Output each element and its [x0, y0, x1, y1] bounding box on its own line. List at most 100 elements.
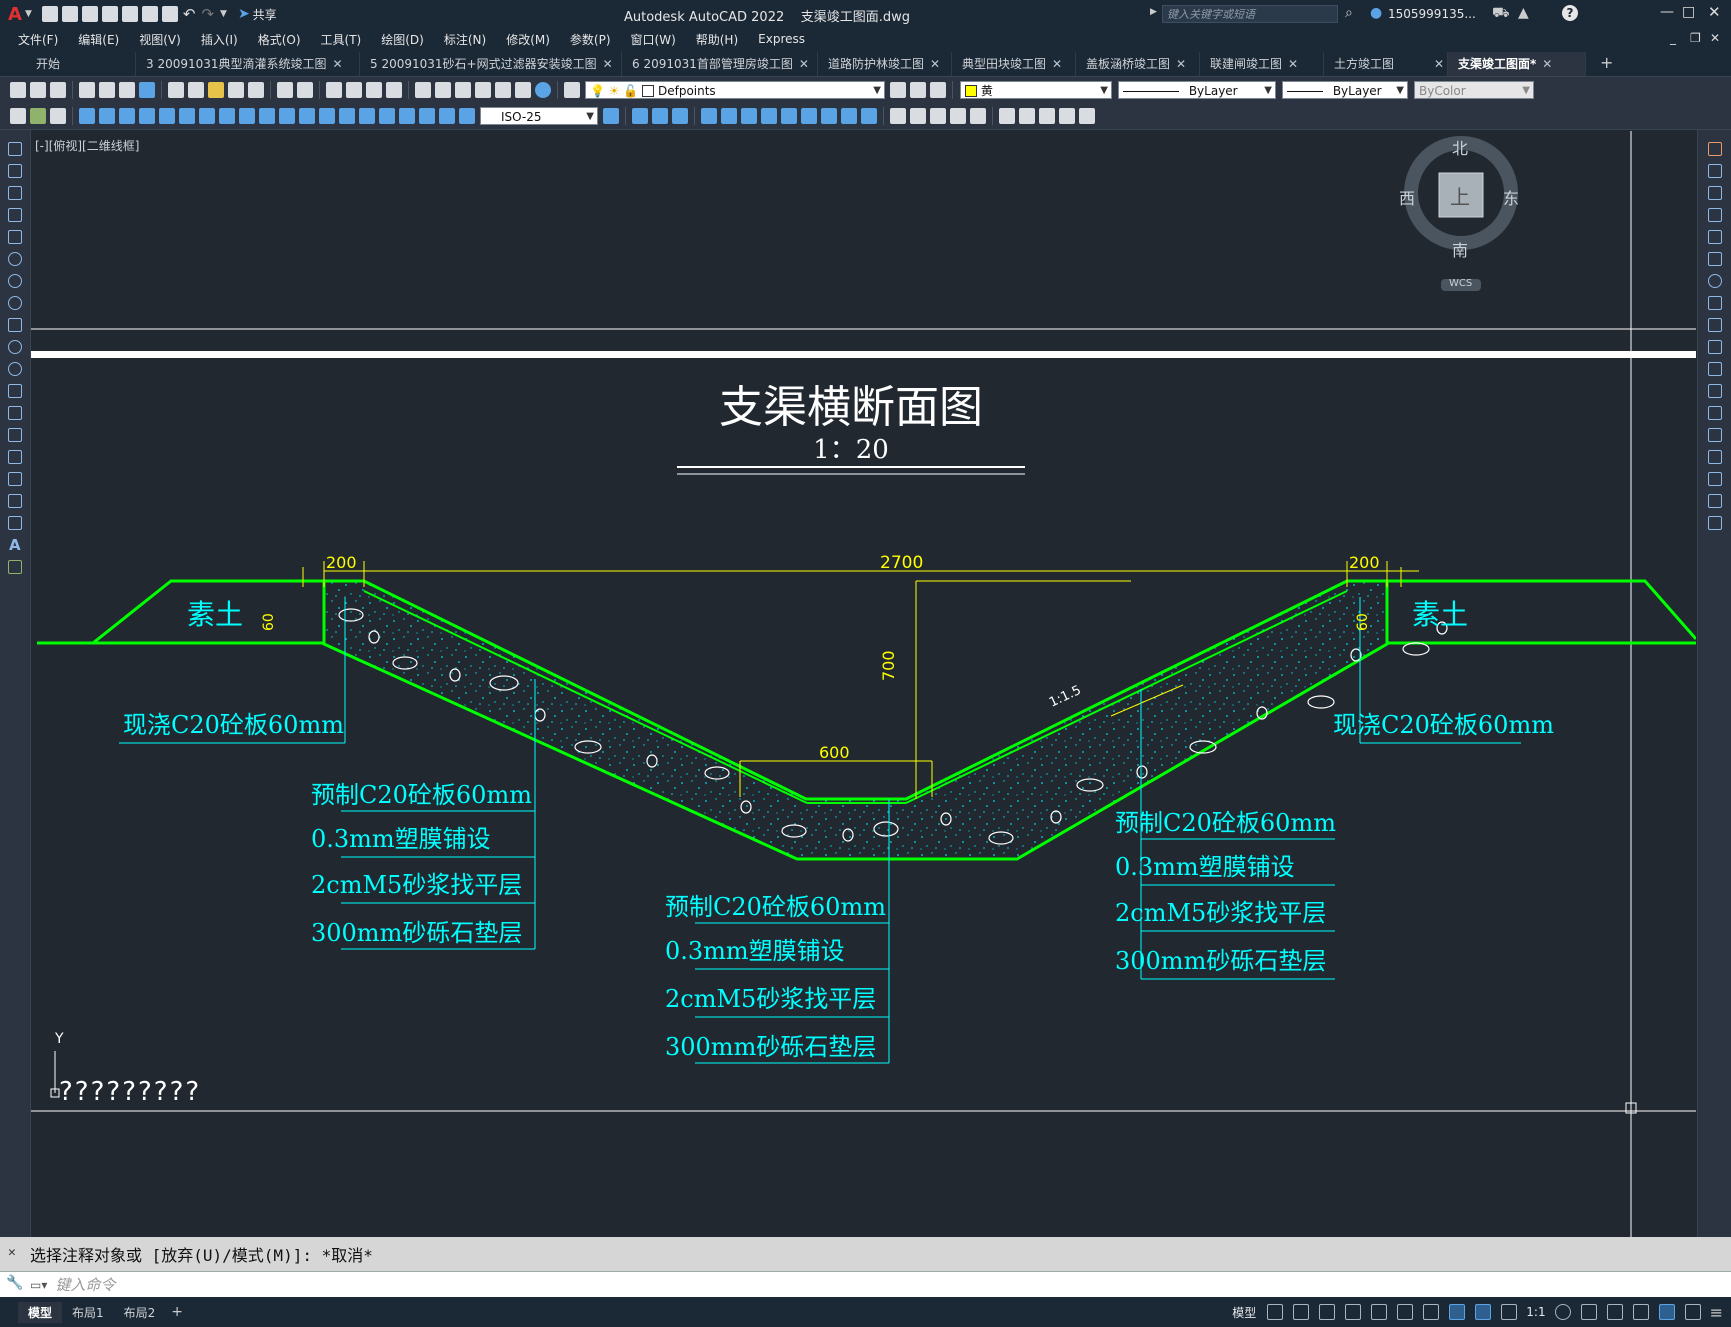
gradient-icon[interactable]: [8, 472, 22, 486]
plot-icon[interactable]: [79, 81, 95, 98]
quick-properties-icon[interactable]: [1632, 1304, 1649, 1320]
hatch-icon[interactable]: [8, 450, 22, 464]
add-layout-icon[interactable]: +: [171, 1304, 183, 1320]
wcs-menu[interactable]: WCS: [1449, 278, 1472, 289]
make-current-layer-icon[interactable]: [890, 81, 906, 98]
viewcube-top-face[interactable]: 上: [1450, 181, 1470, 210]
minimize-icon[interactable]: —: [1660, 4, 1674, 20]
array-icon[interactable]: [1708, 230, 1722, 244]
end-isolation-icon[interactable]: [1039, 107, 1055, 124]
tab-close-icon[interactable]: ✕: [333, 57, 343, 71]
tool-palettes-icon[interactable]: [455, 81, 471, 98]
doc-close-icon[interactable]: ✕: [1710, 31, 1720, 45]
command-input[interactable]: 键入命令: [55, 1274, 1731, 1295]
explode-icon[interactable]: [1708, 516, 1722, 530]
ortho-icon[interactable]: [1319, 1304, 1336, 1320]
menu-format[interactable]: 格式(O): [248, 31, 311, 48]
inspect-icon[interactable]: [379, 107, 395, 124]
command-customize-icon[interactable]: 🔧: [6, 1275, 23, 1291]
zoom-realtime-icon[interactable]: [346, 81, 362, 98]
search-input[interactable]: 键入关键字或短语: [1162, 5, 1338, 23]
isolate-icon[interactable]: [999, 107, 1015, 124]
save-as-icon[interactable]: [101, 6, 118, 22]
offset-icon[interactable]: [1708, 208, 1722, 222]
open-file-icon[interactable]: [61, 6, 78, 22]
tab-road-forest[interactable]: 道路防护林竣工图 ✕: [818, 52, 952, 76]
linetype-dropdown[interactable]: ByLayer ▼: [1118, 80, 1276, 99]
menu-draw[interactable]: 绘图(D): [371, 31, 434, 48]
layer-properties-icon[interactable]: [564, 81, 580, 98]
jogged-dim-icon[interactable]: [179, 107, 195, 124]
annotation-icon[interactable]: [1475, 1304, 1492, 1320]
radius-dim-icon[interactable]: [159, 107, 175, 124]
polar-icon[interactable]: [1345, 1304, 1362, 1320]
open-icon[interactable]: [30, 81, 46, 98]
dim-text-edit-icon[interactable]: [439, 107, 455, 124]
qnew-icon[interactable]: [10, 81, 26, 98]
blend-curves-icon[interactable]: [1708, 494, 1722, 508]
viewcube-north[interactable]: 北: [1452, 135, 1468, 159]
extend-icon[interactable]: [1708, 362, 1722, 376]
scale-icon[interactable]: [1708, 296, 1722, 310]
move-icon[interactable]: [701, 107, 717, 124]
help-icon[interactable]: [535, 81, 551, 98]
plotstyle-dropdown[interactable]: ByColor ▼: [1414, 80, 1534, 99]
table-icon[interactable]: [30, 107, 46, 124]
tab-close-icon[interactable]: ✕: [930, 57, 940, 71]
chamfer-icon[interactable]: [1708, 450, 1722, 464]
design-center-icon[interactable]: [435, 81, 451, 98]
fillet-icon[interactable]: [1708, 472, 1722, 486]
undo-icon[interactable]: ↶: [183, 5, 196, 23]
menu-modify[interactable]: 修改(M): [496, 31, 560, 48]
new-file-icon[interactable]: [41, 6, 58, 22]
layout-tab-model[interactable]: 模型: [18, 1301, 63, 1323]
viewcube-west[interactable]: 西: [1399, 185, 1415, 209]
layer-walk-icon[interactable]: [50, 107, 66, 124]
tab-close-icon[interactable]: ✕: [1542, 57, 1552, 71]
match-properties-icon[interactable]: [228, 81, 244, 98]
doc-restore-icon[interactable]: ❐: [1690, 31, 1701, 45]
break-icon[interactable]: [1708, 406, 1722, 420]
undo-icon[interactable]: [277, 81, 293, 98]
tab-earthwork[interactable]: 土方竣工图 ✕: [1324, 52, 1448, 76]
layer-state-icon[interactable]: [930, 81, 946, 98]
tab-close-icon[interactable]: ✕: [799, 57, 809, 71]
move-icon[interactable]: [1708, 252, 1722, 266]
layout-tab-2[interactable]: 布局2: [114, 1302, 166, 1323]
layer-previous-icon[interactable]: [910, 81, 926, 98]
multiline-text-icon[interactable]: A: [9, 536, 21, 554]
menu-tools[interactable]: 工具(T): [311, 31, 372, 48]
join-icon[interactable]: [841, 107, 857, 124]
diameter-dim-icon[interactable]: [199, 107, 215, 124]
redo-icon[interactable]: ↷: [201, 5, 214, 23]
viewcube[interactable]: [1404, 136, 1518, 291]
ungroup-icon[interactable]: [1079, 107, 1095, 124]
bring-front-icon[interactable]: [910, 107, 926, 124]
mirror-icon[interactable]: [652, 107, 668, 124]
send-back-icon[interactable]: [930, 107, 946, 124]
group-icon[interactable]: [1059, 107, 1075, 124]
tab-close-icon[interactable]: ✕: [1052, 57, 1062, 71]
chamfer-icon[interactable]: [861, 107, 877, 124]
dim-edit-icon[interactable]: [419, 107, 435, 124]
workspace-gear-icon[interactable]: [1554, 1304, 1571, 1320]
model-space-button[interactable]: 模型: [1232, 1304, 1256, 1321]
units-icon[interactable]: [1606, 1304, 1623, 1320]
rotate-icon[interactable]: [721, 107, 737, 124]
command-recent-icon[interactable]: ▭▾: [30, 1278, 47, 1292]
text-front-icon[interactable]: [950, 107, 966, 124]
trim-icon[interactable]: [1708, 340, 1722, 354]
tab-field-block[interactable]: 典型田块竣工图 ✕: [952, 52, 1076, 76]
join-icon[interactable]: [1708, 428, 1722, 442]
polyline-icon[interactable]: [8, 186, 22, 200]
ellipse-arc-icon[interactable]: [8, 362, 22, 376]
copy-object-icon[interactable]: [632, 107, 648, 124]
extend-icon[interactable]: [801, 107, 817, 124]
lineweight-dropdown[interactable]: ByLayer ▼: [1282, 80, 1408, 99]
tab-close-icon[interactable]: ✕: [1176, 57, 1186, 71]
new-tab-icon[interactable]: +: [1600, 53, 1613, 72]
tab-culvert-bridge[interactable]: 盖板涵桥竣工图 ✕: [1076, 52, 1200, 76]
plot-preview-icon[interactable]: [99, 81, 115, 98]
user-name[interactable]: 1505999135...: [1388, 7, 1476, 21]
tab-close-icon[interactable]: ✕: [603, 57, 613, 71]
